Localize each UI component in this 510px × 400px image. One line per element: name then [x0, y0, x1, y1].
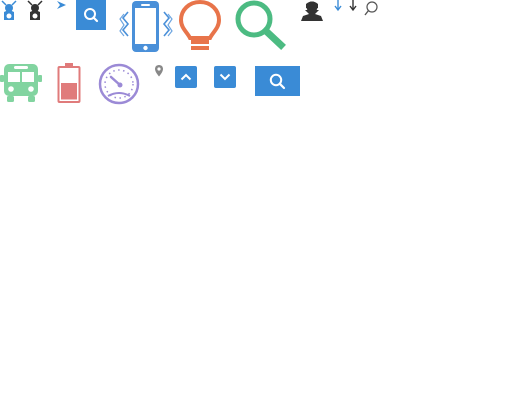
- chevron-up-icon: [180, 73, 192, 81]
- search-icon: [84, 8, 99, 23]
- icon-sheet: [0, 0, 510, 400]
- search-icon: [364, 1, 380, 16]
- bus-icon: [0, 63, 42, 103]
- phone-vibrate-icon: [119, 0, 173, 56]
- speedometer-icon: [98, 63, 140, 105]
- wheelchair-icon: [0, 0, 18, 22]
- arrow-right-icon: [56, 0, 68, 10]
- map-pin-icon: [154, 64, 164, 77]
- sort-down-icon: [348, 0, 358, 12]
- search-icon: [269, 73, 286, 90]
- chevron-down-icon: [219, 73, 231, 81]
- scroll-up-button[interactable]: [175, 66, 197, 88]
- search-button[interactable]: [76, 0, 106, 30]
- battery-icon: [57, 62, 81, 104]
- lightbulb-icon: [178, 0, 222, 52]
- search-button[interactable]: [255, 66, 300, 96]
- search-icon: [234, 0, 286, 50]
- sort-down-icon: [333, 0, 343, 12]
- wheelchair-icon: [26, 0, 44, 22]
- scroll-down-button[interactable]: [214, 66, 236, 88]
- users-icon: [300, 0, 324, 22]
- battery-fill: [61, 83, 77, 100]
